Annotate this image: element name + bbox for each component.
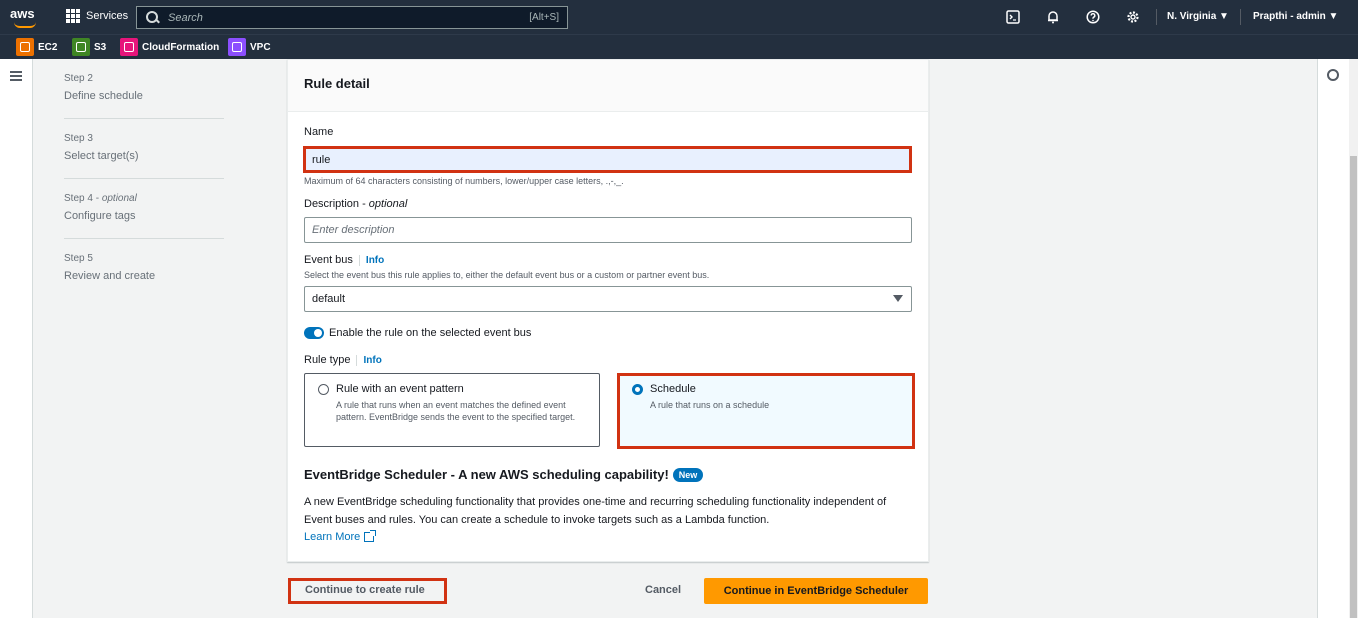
- favorite-label: CloudFormation: [142, 41, 220, 53]
- favorites-bar: EC2 S3 CloudFormation VPC: [0, 34, 1358, 59]
- annotation-highlight-schedule: [617, 373, 915, 449]
- enable-rule-label: Enable the rule on the selected event bu…: [329, 327, 532, 339]
- event-bus-info-link[interactable]: Info: [358, 255, 385, 266]
- wizard-step-5[interactable]: Step 5 Review and create: [64, 239, 224, 299]
- step-number: Step 5: [64, 253, 93, 264]
- step-number: Step 4 - optional: [64, 193, 137, 204]
- scheduler-promo-text: A new EventBridge scheduling functionali…: [304, 496, 887, 526]
- event-pattern-radio[interactable]: [318, 384, 329, 395]
- services-label: Services: [86, 10, 129, 22]
- search-shortcut-hint: [Alt+S]: [529, 12, 559, 23]
- tile-description: A rule that runs when an event matches t…: [336, 400, 576, 422]
- side-navigation-rail: [0, 59, 33, 618]
- aws-smile-icon: [14, 22, 36, 28]
- wizard-step-3[interactable]: Step 3 Select target(s): [64, 119, 224, 179]
- scrollbar-thumb[interactable]: [1350, 156, 1357, 618]
- info-panel-icon[interactable]: [1327, 69, 1339, 81]
- cloudformation-icon: [120, 38, 138, 56]
- description-label: Description - optional: [304, 198, 408, 210]
- favorite-vpc[interactable]: VPC: [228, 38, 271, 56]
- wizard-step-4[interactable]: Step 4 - optional Configure tags: [64, 179, 224, 239]
- step-title: Review and create: [64, 270, 156, 282]
- favorite-ec2[interactable]: EC2: [16, 38, 57, 56]
- step-title: Select target(s): [64, 150, 139, 162]
- services-menu-button[interactable]: Services: [66, 9, 128, 23]
- grid-icon: [66, 9, 80, 23]
- aws-logo-text: aws: [10, 6, 35, 21]
- top-navigation: aws Services [Alt+S] N. Virginia ▼ Prapt…: [0, 0, 1358, 34]
- name-hint: Maximum of 64 characters consisting of n…: [304, 176, 624, 186]
- bell-icon[interactable]: [1046, 10, 1060, 24]
- enable-rule-toggle[interactable]: [304, 327, 324, 339]
- name-label: Name: [304, 126, 334, 138]
- search-input[interactable]: [168, 11, 498, 24]
- rule-type-event-pattern-tile[interactable]: Rule with an event pattern A rule that r…: [304, 373, 600, 447]
- tile-title: Rule with an event pattern: [336, 383, 464, 395]
- event-bus-selected-value: default: [312, 293, 346, 305]
- favorite-cloudformation[interactable]: CloudFormation: [120, 38, 219, 56]
- cancel-button[interactable]: Cancel: [645, 584, 681, 596]
- event-bus-hint: Select the event bus this rule applies t…: [304, 270, 710, 280]
- learn-more-link[interactable]: Learn More: [304, 530, 377, 543]
- ec2-icon: [16, 38, 34, 56]
- scheduler-promo-title: EventBridge Scheduler - A new AWS schedu…: [304, 467, 704, 482]
- step-number: Step 2: [64, 73, 93, 84]
- aws-logo[interactable]: aws: [10, 6, 46, 30]
- annotation-highlight-continue: [288, 578, 447, 604]
- rule-type-label: Rule type Info: [304, 354, 382, 366]
- nav-divider: [1156, 9, 1157, 25]
- favorite-label: EC2: [38, 41, 58, 53]
- wizard-steps: Step 2 Define schedule Step 3 Select tar…: [64, 59, 224, 299]
- region-selector[interactable]: N. Virginia ▼: [1167, 11, 1229, 22]
- rule-detail-card: Rule detail Name rule Maximum of 64 char…: [287, 59, 929, 562]
- nav-divider: [1240, 9, 1241, 25]
- external-link-icon: [364, 530, 377, 542]
- favorite-label: S3: [94, 41, 107, 53]
- s3-icon: [72, 38, 90, 56]
- rule-type-info-link[interactable]: Info: [356, 355, 382, 366]
- cloudshell-icon[interactable]: [1006, 10, 1020, 24]
- vpc-icon: [228, 38, 246, 56]
- favorite-s3[interactable]: S3: [72, 38, 106, 56]
- favorite-label: VPC: [250, 41, 271, 53]
- annotation-highlight-name: [303, 146, 912, 173]
- optional-tag: optional: [368, 198, 408, 210]
- account-menu[interactable]: Prapthi - admin ▼: [1253, 11, 1338, 22]
- event-bus-select[interactable]: default: [304, 286, 912, 312]
- wizard-step-2[interactable]: Step 2 Define schedule: [64, 59, 224, 119]
- help-icon[interactable]: [1086, 10, 1100, 24]
- caret-down-icon: [893, 295, 903, 302]
- learn-more-label: Learn More: [304, 531, 361, 543]
- card-title: Rule detail: [304, 76, 370, 91]
- step-number: Step 3: [64, 133, 93, 144]
- step-title: Define schedule: [64, 90, 143, 102]
- optional-tag: optional: [101, 193, 137, 204]
- step-title: Configure tags: [64, 210, 136, 222]
- menu-icon[interactable]: [10, 71, 22, 81]
- gear-icon[interactable]: [1126, 10, 1140, 24]
- search-icon: [146, 10, 160, 25]
- continue-in-scheduler-button[interactable]: Continue in EventBridge Scheduler: [704, 578, 928, 604]
- new-badge: New: [672, 468, 704, 482]
- event-bus-label: Event bus Info: [304, 254, 385, 266]
- card-header: Rule detail: [288, 60, 928, 112]
- search-bar[interactable]: [Alt+S]: [136, 6, 568, 29]
- description-input[interactable]: Enter description: [304, 217, 912, 243]
